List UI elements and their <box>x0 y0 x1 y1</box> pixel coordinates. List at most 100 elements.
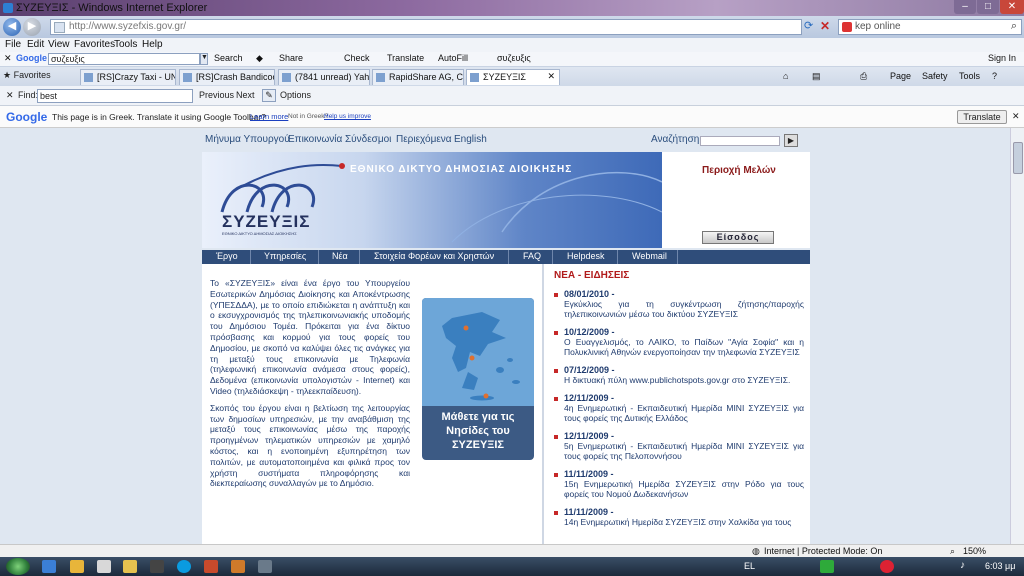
nav-project[interactable]: Έργο <box>216 251 238 261</box>
site-search-go-icon[interactable]: ▶ <box>784 134 798 147</box>
nav-separator <box>552 250 553 264</box>
app-taskbar-icon[interactable] <box>258 560 272 573</box>
help-improve-link[interactable]: Help us improve <box>324 113 371 120</box>
nav-news[interactable]: Νέα <box>332 251 348 261</box>
news-item[interactable]: 07/12/2009 - Η δικτυακή πύλη www.publich… <box>554 365 804 385</box>
feeds-icon[interactable]: ▤ <box>812 71 821 82</box>
vertical-scrollbar[interactable] <box>1010 128 1024 544</box>
nav-organizations[interactable]: Στοιχεία Φορέων και Χρηστών <box>374 251 494 261</box>
tray-icon[interactable] <box>880 560 894 573</box>
menu-edit[interactable]: Edit <box>27 39 44 50</box>
language-indicator[interactable]: EL <box>744 561 755 571</box>
menu-view[interactable]: View <box>48 39 70 50</box>
nav-webmail[interactable]: Webmail <box>632 251 667 261</box>
link-minister-message[interactable]: Μήνυμα Υπουργού <box>205 134 290 145</box>
highlight-icon[interactable]: ✎ <box>262 89 276 102</box>
files-taskbar-icon[interactable] <box>123 560 137 573</box>
home-icon[interactable]: ⌂ <box>783 71 788 81</box>
news-item[interactable]: 11/11/2009 - 14η Ενημερωτική Ημερίδα ΣΥΖ… <box>554 507 804 527</box>
safety-menu[interactable]: Safety <box>922 71 948 81</box>
tools-menu[interactable]: Tools <box>959 71 980 81</box>
news-date: 07/12/2009 - <box>564 365 615 375</box>
clock[interactable]: 6:03 μμ <box>985 561 1015 571</box>
highlight-term[interactable]: συζευξις <box>497 53 531 63</box>
menu-help[interactable]: Help <box>142 39 163 50</box>
find-close-icon[interactable]: ✕ <box>6 90 14 101</box>
zoom-level[interactable]: 150% <box>963 546 986 556</box>
menu-file[interactable]: File <box>5 39 21 50</box>
translate-button-toolbar[interactable]: Translate <box>387 53 424 63</box>
refresh-icon[interactable]: ⟳ <box>804 19 820 35</box>
nav-faq[interactable]: FAQ <box>523 251 541 261</box>
forward-button[interactable]: ▶ <box>23 18 41 36</box>
toolbar-close-icon[interactable]: ✕ <box>4 53 12 64</box>
security-zone[interactable]: Internet | Protected Mode: On <box>764 546 882 556</box>
maximize-button[interactable]: □ <box>977 0 999 14</box>
favorites-button[interactable]: ★ Favorites <box>3 70 51 81</box>
close-button[interactable]: ✕ <box>1000 0 1024 14</box>
translate-message: This page is in Greek. Translate it usin… <box>52 112 266 122</box>
search-button[interactable]: Search <box>214 53 243 63</box>
tab-rapidshare[interactable]: RapidShare AG, Cha... <box>372 69 464 85</box>
share-button[interactable]: Share <box>279 53 303 63</box>
tab-crazy-taxi[interactable]: [RS]Crazy Taxi - UN... <box>80 69 176 85</box>
news-bullet <box>554 397 558 401</box>
tab-yahoo-mail[interactable]: (7841 unread) Yaho... <box>278 69 370 85</box>
start-button[interactable] <box>6 558 30 575</box>
web-search-input[interactable]: kep online ⌕ <box>838 19 1022 35</box>
nav-services[interactable]: Υπηρεσίες <box>264 251 306 261</box>
skype-taskbar-icon[interactable] <box>177 560 191 573</box>
app-taskbar-icon[interactable] <box>231 560 245 573</box>
autofill-button[interactable]: AutoFill <box>438 53 468 63</box>
google-search-input[interactable]: συζευξις <box>48 53 200 65</box>
link-contact[interactable]: Επικοινωνία <box>288 134 342 145</box>
bookmark-icon[interactable]: ◆ <box>256 53 263 64</box>
news-item[interactable]: 08/01/2010 - Εγκύκλιος για τη συγκέντρωσ… <box>554 289 804 319</box>
tray-icon[interactable] <box>820 560 834 573</box>
news-text: 4η Ενημερωτική - Εκπαιδευτική Ημερίδα ΜΙ… <box>564 403 804 423</box>
scrollbar-thumb[interactable] <box>1013 142 1023 174</box>
site-search-input[interactable] <box>700 136 780 146</box>
check-button[interactable]: Check <box>344 53 370 63</box>
tab-syzefxis[interactable]: ΣΥΖΕΥΞΙΣ ✕ <box>466 69 560 85</box>
menu-tools[interactable]: Tools <box>114 39 137 50</box>
link-links[interactable]: Σύνδεσμοι <box>345 134 391 145</box>
find-input[interactable]: best <box>37 89 193 103</box>
sign-in-button[interactable]: Sign In <box>988 53 1016 63</box>
back-button[interactable]: ◀ <box>3 18 21 36</box>
tab-crash-bandicoot[interactable]: [RS]Crash Bandicoo... <box>179 69 275 85</box>
learn-more-link[interactable]: Learn more <box>250 112 288 121</box>
volume-icon[interactable]: ♪ <box>960 560 965 571</box>
menu-favorites[interactable]: Favorites <box>74 39 115 50</box>
find-previous-button[interactable]: Previous <box>199 90 234 100</box>
chevron-down-icon[interactable]: ▼ <box>200 53 208 65</box>
translate-button[interactable]: Translate <box>957 110 1007 124</box>
link-contents[interactable]: Περιεχόμενα <box>396 134 452 145</box>
islands-promo[interactable]: Μάθετε για τις Νησίδες του ΣΥΖΕΥΞΙΣ <box>422 298 534 460</box>
news-item[interactable]: 10/12/2009 - Ο Ευαγγελισμός, το ΛΑΙΚΟ, τ… <box>554 327 804 357</box>
nav-helpdesk[interactable]: Helpdesk <box>567 251 605 261</box>
login-button[interactable]: Είσοδος <box>702 231 774 244</box>
media-taskbar-icon[interactable] <box>150 560 164 573</box>
news-item[interactable]: 12/11/2009 - 4η Ενημερωτική - Εκπαιδευτι… <box>554 393 804 423</box>
page-menu[interactable]: Page <box>890 71 911 81</box>
stop-icon[interactable]: ✕ <box>820 19 836 35</box>
explorer-taskbar-icon[interactable] <box>97 560 111 573</box>
zoom-icon[interactable]: ⌕ <box>950 546 955 557</box>
app-taskbar-icon[interactable] <box>204 560 218 573</box>
news-item[interactable]: 12/11/2009 - 5η Ενημερωτική - Εκπαιδευτι… <box>554 431 804 461</box>
link-english[interactable]: English <box>454 134 487 145</box>
print-icon[interactable]: ⎙ <box>860 71 867 82</box>
search-icon[interactable]: ⌕ <box>1011 20 1017 33</box>
news-item[interactable]: 11/11/2009 - 15η Ενημερωτική Ημερίδα ΣΥΖ… <box>554 469 804 499</box>
translate-close-icon[interactable]: ✕ <box>1012 111 1020 122</box>
address-bar[interactable]: http://www.syzefxis.gov.gr/ <box>50 19 802 35</box>
help-icon[interactable]: ? <box>992 71 997 81</box>
minimize-button[interactable]: – <box>954 0 976 14</box>
find-options-button[interactable]: Options <box>280 90 311 100</box>
close-tab-icon[interactable]: ✕ <box>547 71 555 82</box>
folder-taskbar-icon[interactable] <box>70 560 84 573</box>
find-next-button[interactable]: Next <box>236 90 255 100</box>
site-logo[interactable]: ΣΥΖΕΥΞΙΣ <box>222 212 310 232</box>
ie-taskbar-icon[interactable] <box>42 560 56 573</box>
